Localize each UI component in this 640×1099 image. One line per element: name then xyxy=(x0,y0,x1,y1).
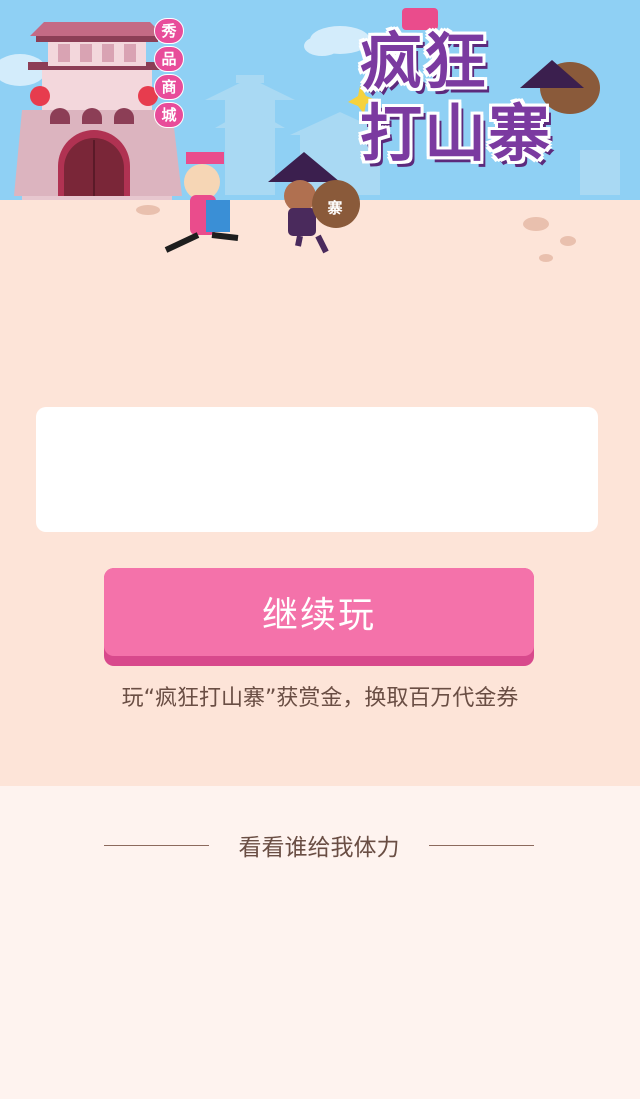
mall-tag-char: 品 xyxy=(154,46,184,72)
game-page: 秀 品 商 城 疯狂 打山寨 寨 继续玩 玩“疯狂打山寨”获赏金，换取百万代金券… xyxy=(0,0,640,1099)
mall-tag[interactable]: 秀 品 商 城 xyxy=(154,18,184,128)
mall-tag-char: 商 xyxy=(154,74,184,100)
mall-tag-char: 秀 xyxy=(154,18,184,44)
continue-button-label: 继续玩 xyxy=(104,568,534,656)
mall-tag-char: 城 xyxy=(154,102,184,128)
score-card xyxy=(36,407,598,532)
game-title-line2: 打山寨 xyxy=(360,97,553,170)
game-logo: 疯狂 打山寨 xyxy=(360,26,620,170)
reward-description: 玩“疯狂打山寨”获赏金，换取百万代金券 xyxy=(121,686,519,711)
divider-right xyxy=(429,844,534,846)
bag-label: 寨 xyxy=(327,199,343,217)
friends-section-title: 看看谁给我体力 xyxy=(238,835,400,861)
upper-panel: 秀 品 商 城 疯狂 打山寨 寨 继续玩 玩“疯狂打山寨”获赏金，换取百万代金券 xyxy=(0,0,640,786)
continue-button[interactable]: 继续玩 xyxy=(104,568,534,666)
divider-left xyxy=(104,844,209,846)
game-title-line1: 疯狂 xyxy=(360,25,489,98)
friends-section-header: 看看谁给我体力 xyxy=(104,828,534,862)
